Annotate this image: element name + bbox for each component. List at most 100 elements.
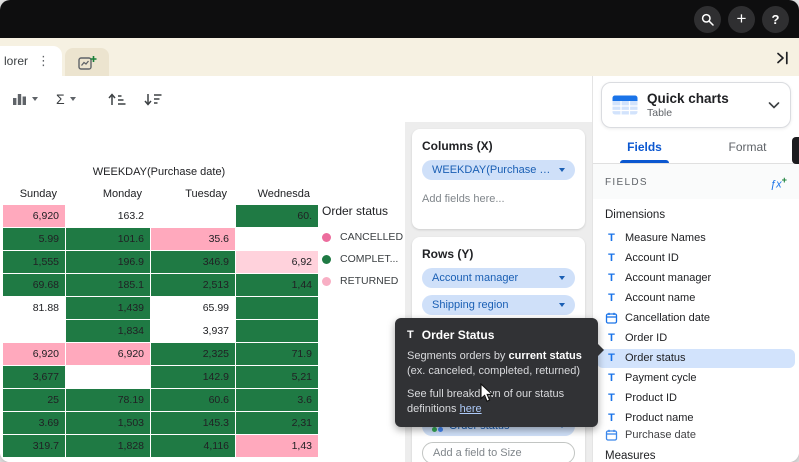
data-cell[interactable]: 4,116: [151, 435, 235, 457]
data-cell[interactable]: 71.9: [236, 343, 318, 365]
field-label: Account manager: [625, 272, 711, 284]
data-cell[interactable]: [3, 320, 65, 342]
field-item-product-id[interactable]: TProduct ID: [597, 389, 795, 408]
add-chart-icon: [78, 55, 97, 70]
data-cell[interactable]: 1,43: [236, 435, 318, 457]
field-item-order-status[interactable]: TOrder status: [597, 349, 795, 368]
add-calculated-field-button[interactable]: ƒx+: [770, 175, 787, 191]
tab-explorer[interactable]: lorer ⋮: [0, 46, 62, 76]
data-cell[interactable]: 6,92: [236, 251, 318, 273]
field-item-account-manager[interactable]: TAccount manager: [597, 269, 795, 288]
data-cell[interactable]: 319.7: [3, 435, 65, 457]
data-cell[interactable]: 2,513: [151, 274, 235, 296]
legend-dot-icon: [322, 233, 331, 242]
data-cell[interactable]: 1,44: [236, 274, 318, 296]
data-cell[interactable]: 2,325: [151, 343, 235, 365]
field-item-cancellation-date[interactable]: Cancellation date: [597, 309, 795, 328]
data-cell[interactable]: 1,834: [66, 320, 150, 342]
data-cell[interactable]: 25: [3, 389, 65, 411]
data-cell[interactable]: 5.99: [3, 228, 65, 250]
data-cell[interactable]: 3.69: [3, 412, 65, 434]
data-cell[interactable]: 6,920: [3, 343, 65, 365]
tab-fields[interactable]: Fields: [593, 132, 696, 163]
field-item-measure-names[interactable]: TMeasure Names: [597, 229, 795, 248]
chart-type-button[interactable]: [12, 92, 38, 106]
search-button[interactable]: [694, 6, 721, 33]
data-cell[interactable]: 142.9: [151, 366, 235, 388]
sort-ascending-button[interactable]: [108, 93, 126, 106]
column-header[interactable]: Monday: [66, 186, 150, 204]
data-cell[interactable]: 65.99: [151, 297, 235, 319]
tooltip-link[interactable]: here: [460, 403, 482, 415]
legend-label: COMPLET...: [340, 253, 398, 265]
toolbar: Σ: [0, 76, 592, 122]
data-cell[interactable]: 2,31: [236, 412, 318, 434]
field-pill[interactable]: WEEKDAY(Purchase date): [422, 160, 575, 180]
data-cell[interactable]: 101.6: [66, 228, 150, 250]
data-cell[interactable]: [236, 228, 318, 250]
data-cell[interactable]: 81.88: [3, 297, 65, 319]
data-cell[interactable]: 35.6: [151, 228, 235, 250]
data-cell[interactable]: 5,21: [236, 366, 318, 388]
data-cell[interactable]: [236, 297, 318, 319]
legend-item[interactable]: RETURNED: [322, 275, 403, 287]
data-cell[interactable]: 60.: [236, 205, 318, 227]
aggregation-button[interactable]: Σ: [56, 91, 76, 107]
collapsed-panel-handle[interactable]: [792, 137, 799, 164]
field-item-payment-cycle[interactable]: T Payment cycle: [597, 369, 795, 388]
data-cell[interactable]: 145.3: [151, 412, 235, 434]
data-cell[interactable]: 1,503: [66, 412, 150, 434]
data-cell[interactable]: [151, 205, 235, 227]
field-label: Payment cycle: [625, 372, 697, 384]
data-cell[interactable]: 163.2: [66, 205, 150, 227]
column-header[interactable]: Tuesday: [151, 186, 235, 204]
data-cell[interactable]: 60.6: [151, 389, 235, 411]
data-cell[interactable]: [66, 366, 150, 388]
data-cell[interactable]: 78.19: [66, 389, 150, 411]
data-cell[interactable]: 3.6: [236, 389, 318, 411]
data-cell[interactable]: 3,937: [151, 320, 235, 342]
expand-panel-button[interactable]: [775, 51, 790, 68]
data-cell[interactable]: 1,439: [66, 297, 150, 319]
data-cell[interactable]: 1,828: [66, 435, 150, 457]
field-label: Order status: [625, 352, 686, 364]
data-cell[interactable]: 185.1: [66, 274, 150, 296]
plus-icon: +: [737, 10, 747, 27]
field-pill[interactable]: Account manager: [422, 268, 575, 288]
table-chart-icon: [612, 95, 638, 115]
data-cell[interactable]: 196.9: [66, 251, 150, 273]
column-header[interactable]: Sunday: [3, 186, 65, 204]
field-item-purchase-date[interactable]: Purchase date: [597, 429, 795, 441]
data-cell[interactable]: 1,555: [3, 251, 65, 273]
data-cell[interactable]: 69.68: [3, 274, 65, 296]
field-item-account-name[interactable]: TAccount name: [597, 289, 795, 308]
mouse-cursor: [480, 383, 494, 403]
data-cell[interactable]: 3,677: [3, 366, 65, 388]
legend-item[interactable]: CANCELLED: [322, 231, 403, 243]
field-item-product-name[interactable]: TProduct name: [597, 409, 795, 428]
field-item-account-id[interactable]: TAccount ID: [597, 249, 795, 268]
help-button[interactable]: ?: [762, 6, 789, 33]
fx-icon: ƒx: [770, 179, 782, 191]
new-item-button[interactable]: +: [728, 6, 755, 33]
kebab-menu-icon[interactable]: ⋮: [35, 53, 52, 69]
text-field-icon: T: [605, 232, 618, 244]
data-cell[interactable]: 346.9: [151, 251, 235, 273]
data-cell[interactable]: [236, 320, 318, 342]
sort-descending-button[interactable]: [144, 93, 162, 106]
pill-label: WEEKDAY(Purchase date): [432, 164, 553, 176]
data-cell[interactable]: 6,920: [3, 205, 65, 227]
field-item-order-id[interactable]: TOrder ID: [597, 329, 795, 348]
tooltip-header: T Order Status: [407, 328, 586, 342]
add-chart-tab[interactable]: [65, 48, 109, 76]
fields-header-label: FIELDS: [605, 177, 648, 188]
field-pill[interactable]: Shipping region: [422, 295, 575, 315]
sort-descending-icon: [144, 93, 162, 106]
tab-format[interactable]: Format: [696, 132, 799, 163]
chart-type-selector[interactable]: Quick charts Table: [601, 82, 791, 128]
text-field-icon: T: [605, 372, 618, 384]
column-header[interactable]: Wednesda: [236, 186, 318, 204]
data-cell[interactable]: 6,920: [66, 343, 150, 365]
legend-item[interactable]: COMPLET...: [322, 253, 403, 265]
size-field-input[interactable]: [422, 442, 575, 462]
